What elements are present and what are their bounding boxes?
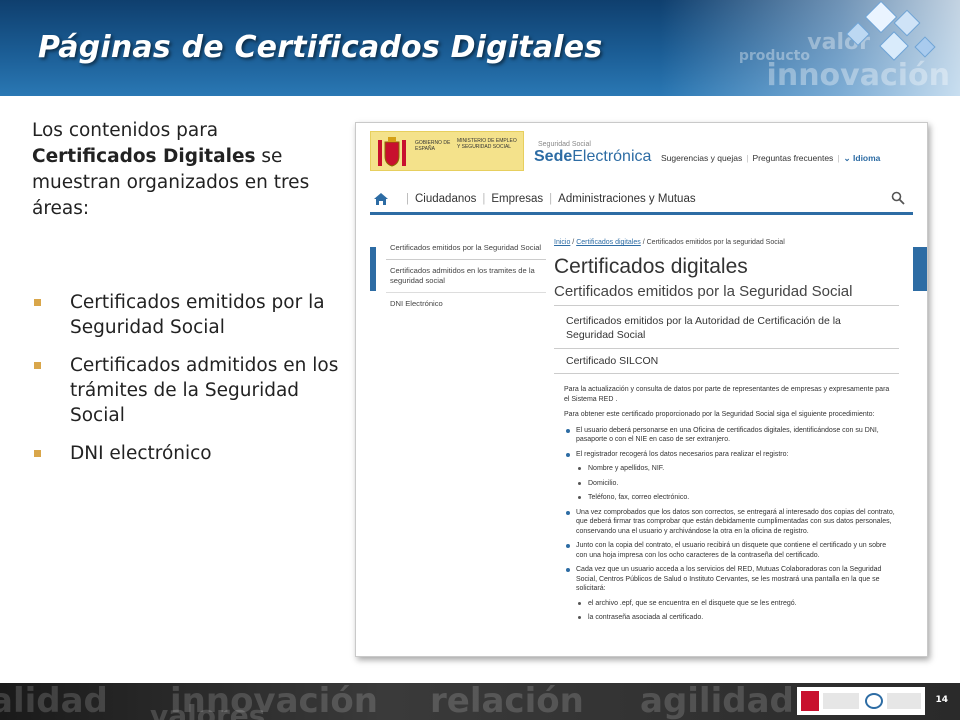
breadcrumb-inicio[interactable]: Inicio (554, 239, 570, 246)
bullet-square-icon (34, 450, 41, 457)
home-icon[interactable] (374, 193, 388, 205)
page-number: 14 (935, 695, 948, 705)
silcon-content: Para la actualización y consulta de dato… (564, 385, 896, 628)
coat-of-arms-icon (801, 691, 819, 711)
ministry-logo-icon (823, 693, 859, 709)
list-item: el archivo .epf, que se encuentra en el … (564, 599, 896, 609)
sidebar-item-dni[interactable]: DNI Electrónico (386, 297, 546, 315)
sede-logo-part: Sede (534, 148, 573, 165)
list-item-text: Domicilio. (588, 479, 619, 487)
list-item-text: DNI electrónico (70, 443, 212, 464)
intro-text-bold: Certificados Digitales (32, 146, 256, 167)
breadcrumb-current: Certificados emitidos por la seguridad S… (646, 239, 785, 246)
list-item: Cada vez que un usuario acceda a los ser… (564, 565, 896, 594)
list-item-text: Cada vez que un usuario acceda a los ser… (576, 566, 882, 592)
slide-title: Páginas de Certificados Digitales (38, 30, 603, 65)
link-idioma[interactable]: Idioma (853, 153, 880, 163)
list-item: Nombre y apellidos, NIF. (564, 464, 896, 474)
list-item-text: Certificados admitidos en los trámites d… (70, 355, 339, 426)
list-item: Domicilio. (564, 479, 896, 489)
slide-footer: alidad innovación valores relación agili… (0, 683, 960, 720)
list-item: DNI electrónico (34, 441, 344, 466)
intro-text: Los contenidos para Certificados Digital… (32, 118, 337, 222)
list-item-text: Teléfono, fax, correo electrónico. (588, 494, 690, 501)
coat-of-arms-icon (378, 137, 406, 167)
list-item: Una vez comprobados que los datos son co… (564, 508, 896, 537)
sede-subtitle: Seguridad Social (538, 141, 591, 148)
intro-text-part: Los contenidos para (32, 120, 219, 141)
bullet-square-icon (34, 299, 41, 306)
chevron-down-icon: ⌄ (843, 153, 854, 163)
ministry-text: MINISTERIO DE EMPLEO Y SEGURIDAD SOCIAL (457, 138, 517, 150)
list-item: la contraseña asociada al certificado. (564, 613, 896, 623)
slide-header: valor producto innovación Páginas de Cer… (0, 0, 960, 96)
breadcrumb: Inicio / Certificados digitales / Certif… (554, 239, 785, 246)
nav-item-administraciones[interactable]: Administraciones y Mutuas (558, 193, 695, 205)
section-heading-silcon[interactable]: Certificado SILCON (554, 349, 899, 374)
footer-word: alidad (0, 683, 108, 720)
website-screenshot: GOBIERNO DE ESPAÑA MINISTERIO DE EMPLEO … (355, 122, 928, 657)
page-title: Certificados digitales (554, 255, 748, 278)
footer-word: valores (150, 699, 266, 720)
list-item-text: el archivo .epf, que se encuentra en el … (588, 599, 797, 607)
page-subtitle: Certificados emitidos por la Seguridad S… (554, 283, 853, 300)
list-item-text: la contraseña asociada al certificado. (588, 614, 704, 621)
main-nav: | Ciudadanos | Empresas | Administraciones y … (370, 185, 913, 215)
paragraph: Para la actualización y consulta de dato… (564, 386, 890, 403)
government-logo: GOBIERNO DE ESPAÑA MINISTERIO DE EMPLEO … (370, 131, 524, 171)
nav-item-ciudadanos[interactable]: Ciudadanos (415, 193, 476, 205)
active-indicator (370, 247, 376, 291)
paragraph: Para obtener este certificado proporcion… (564, 411, 875, 418)
footer-word: agilidad (640, 683, 794, 720)
side-tab (913, 247, 927, 291)
footer-logos (797, 687, 925, 715)
list-item: El usuario deberá personarse en una Ofic… (564, 426, 896, 445)
list-item-text: El registrador recogerá los datos necesa… (576, 450, 789, 458)
list-item-text: El usuario deberá personarse en una Ofic… (576, 426, 879, 444)
content-sections: Certificados emitidos por la Autoridad d… (554, 305, 899, 374)
link-sugerencias[interactable]: Sugerencias y quejas (661, 153, 742, 163)
section-heading-autoridad[interactable]: Certificados emitidos por la Autoridad d… (554, 306, 899, 349)
areas-list: Certificados emitidos por la Seguridad S… (34, 290, 344, 479)
sede-logo-part: Electrónica (572, 148, 652, 165)
list-item: El registrador recogerá los datos necesa… (564, 450, 896, 460)
nav-item-empresas[interactable]: Empresas (491, 193, 543, 205)
search-icon[interactable] (891, 191, 905, 205)
list-item-text: Junto con la copia del contrato, el usua… (576, 542, 887, 559)
sede-logo[interactable]: SedeElectrónica (534, 148, 651, 166)
list-item: Certificados admitidos en los trámites d… (34, 353, 344, 428)
top-links: Sugerencias y quejas | Preguntas frecuente… (661, 153, 881, 163)
cubes-graphic-icon (845, 0, 936, 61)
sidebar-item-admitidos[interactable]: Certificados admitidos en los tramites d… (386, 264, 546, 293)
footer-word: relación (430, 683, 584, 720)
list-item: Junto con la copia del contrato, el usua… (564, 541, 896, 560)
bullet-square-icon (34, 362, 41, 369)
list-item: Teléfono, fax, correo electrónico. (564, 493, 896, 503)
list-item-text: Una vez comprobados que los datos son co… (576, 508, 895, 535)
list-item-text: Certificados emitidos por la Seguridad S… (70, 292, 325, 338)
list-item-text: Nombre y apellidos, NIF. (588, 465, 665, 472)
institution-logo-icon (887, 693, 921, 709)
gov-text: GOBIERNO DE ESPAÑA (415, 140, 451, 152)
steps-list: El usuario deberá personarse en una Ofic… (564, 426, 896, 623)
seguridad-social-logo-icon (865, 693, 883, 709)
sidebar-menu: Certificados emitidos por la Seguridad S… (386, 241, 546, 319)
breadcrumb-certificados[interactable]: Certificados digitales (576, 239, 641, 246)
link-preguntas[interactable]: Preguntas frecuentes (753, 153, 834, 163)
list-item: Certificados emitidos por la Seguridad S… (34, 290, 344, 340)
sidebar-item-emitidos[interactable]: Certificados emitidos por la Seguridad S… (386, 241, 546, 260)
